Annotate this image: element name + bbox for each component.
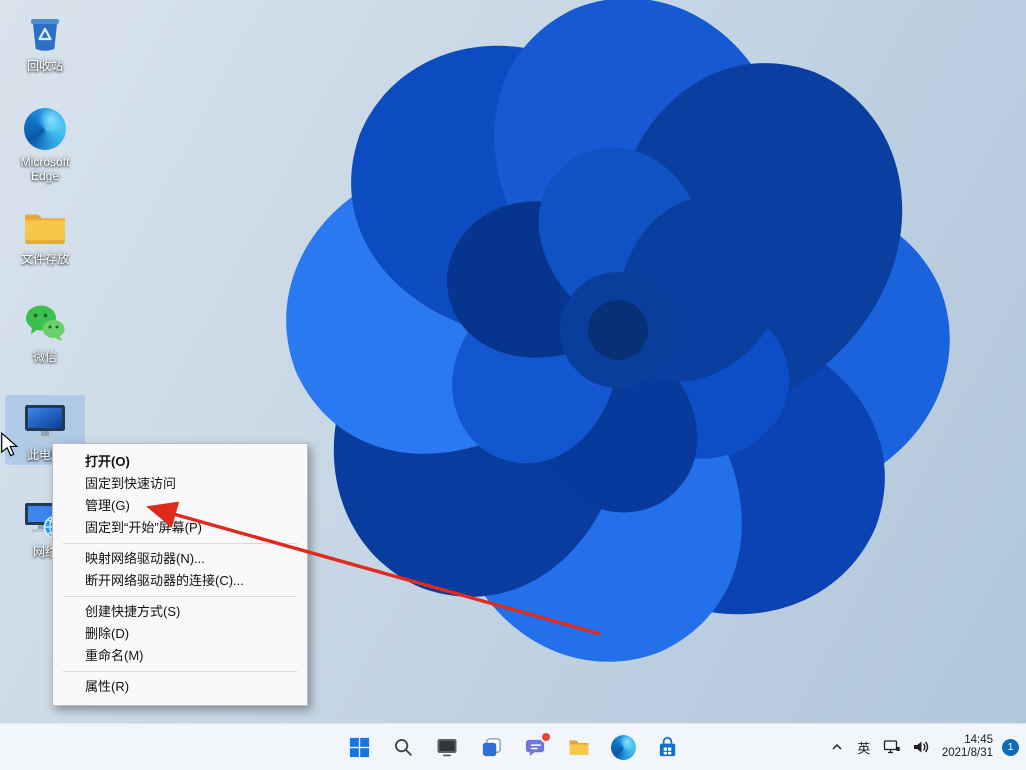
- menu-separator: [63, 543, 297, 544]
- taskbar-center-group: [339, 724, 687, 770]
- tray-network-button[interactable]: [878, 727, 906, 767]
- search-icon: [395, 739, 412, 756]
- context-menu: 打开(O) 固定到快速访问 管理(G) 固定到“开始”屏幕(P) 映射网络驱动器…: [52, 443, 308, 706]
- folder-icon: [22, 203, 68, 249]
- desktop-icon-label: Microsoft Edge: [20, 155, 70, 183]
- desktop-icon-wechat[interactable]: 微信: [5, 297, 85, 367]
- taskbar-edge-button[interactable]: [603, 727, 643, 767]
- desktop-icon-microsoft-edge[interactable]: Microsoft Edge: [5, 102, 85, 186]
- wechat-icon: [22, 301, 68, 347]
- desktop-icon-recycle-bin[interactable]: 回收站: [5, 6, 85, 76]
- this-pc-icon: [22, 399, 68, 445]
- edge-icon: [22, 106, 68, 152]
- taskbar-search-button[interactable]: [383, 727, 423, 767]
- menu-item-delete[interactable]: 删除(D): [53, 623, 307, 645]
- desktop-icon-label: 微信: [32, 350, 57, 364]
- ime-label: 英: [857, 740, 871, 756]
- microsoft-store-icon: [659, 736, 675, 756]
- start-icon: [349, 737, 369, 757]
- taskbar: 英 14:45 2021/8/31 1: [0, 723, 1026, 770]
- desktop-icon-file-storage[interactable]: 文件存放: [5, 199, 85, 269]
- taskbar-store-button[interactable]: [647, 727, 687, 767]
- notification-badge[interactable]: 1: [1002, 738, 1019, 756]
- system-tray: 英 14:45 2021/8/31 1: [824, 724, 1023, 770]
- desktop-icon-label: 文件存放: [20, 252, 69, 266]
- menu-item-pin-to-start[interactable]: 固定到“开始”屏幕(P): [53, 517, 307, 539]
- menu-item-pin-quick-access[interactable]: 固定到快速访问: [53, 473, 307, 495]
- edge-icon: [610, 734, 636, 760]
- tray-ime-button[interactable]: 英: [851, 727, 877, 767]
- menu-item-properties[interactable]: 属性(R): [53, 676, 307, 698]
- taskbar-app-window-button[interactable]: [427, 727, 467, 767]
- menu-item-manage[interactable]: 管理(G): [53, 495, 307, 517]
- menu-item-disconnect-network-drive[interactable]: 断开网络驱动器的连接(C)...: [53, 570, 307, 592]
- desktop-icon-label: 回收站: [26, 59, 63, 73]
- network-tray-icon: [883, 740, 900, 754]
- chevron-up-icon: [832, 743, 842, 750]
- taskbar-start-button[interactable]: [339, 727, 379, 767]
- tray-volume-button[interactable]: [907, 727, 935, 767]
- tray-chevron-button[interactable]: [824, 727, 850, 767]
- menu-separator: [63, 671, 297, 672]
- taskbar-chat-button[interactable]: [515, 727, 555, 767]
- menu-item-rename[interactable]: 重命名(M): [53, 645, 307, 667]
- file-explorer-icon: [569, 740, 589, 755]
- tray-clock[interactable]: 14:45 2021/8/31: [936, 734, 999, 761]
- menu-item-create-shortcut[interactable]: 创建快捷方式(S): [53, 601, 307, 623]
- menu-item-open[interactable]: 打开(O): [53, 451, 307, 473]
- taskbar-file-explorer-button[interactable]: [559, 727, 599, 767]
- menu-item-map-network-drive[interactable]: 映射网络驱动器(N)...: [53, 548, 307, 570]
- tray-date: 2021/8/31: [941, 747, 993, 759]
- chat-notification-dot: [540, 731, 552, 743]
- app-window-icon: [437, 739, 457, 757]
- volume-icon: [913, 741, 928, 753]
- taskbar-task-view-button[interactable]: [471, 727, 511, 767]
- menu-separator: [63, 596, 297, 597]
- task-view-icon: [482, 737, 501, 756]
- recycle-bin-icon: [22, 10, 68, 56]
- tray-time: 14:45: [964, 733, 993, 746]
